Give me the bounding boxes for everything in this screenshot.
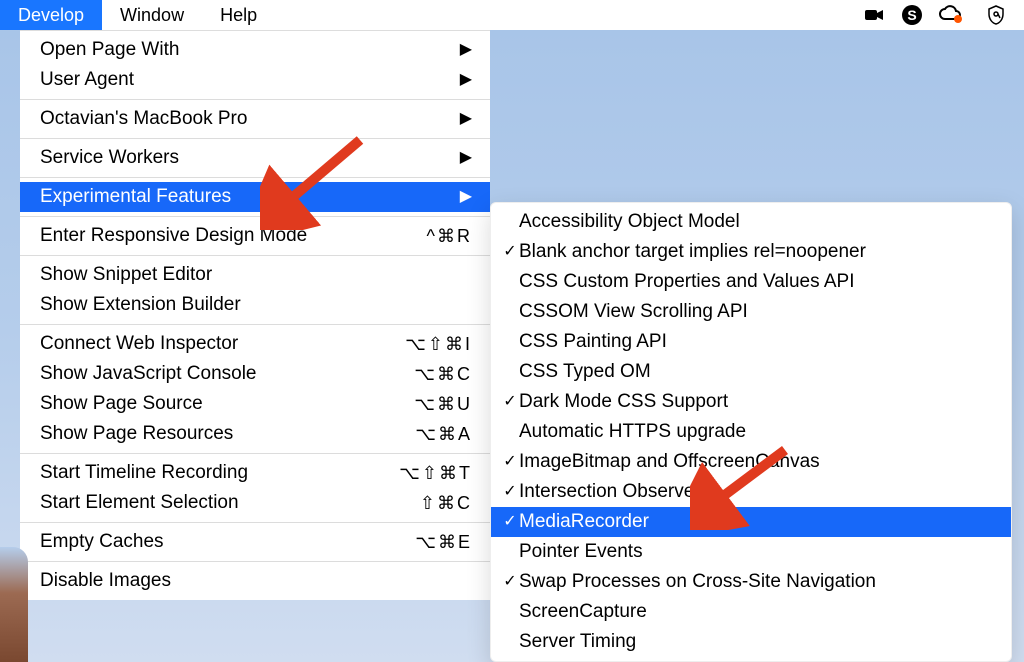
submenu-item-label: CSS Typed OM <box>519 359 997 385</box>
desktop-background-edge <box>0 547 28 662</box>
submenu-item-label: ScreenCapture <box>519 599 997 625</box>
submenu-item-dark-mode-css-support[interactable]: ✓Dark Mode CSS Support <box>491 387 1011 417</box>
menu-item-octavian-s-macbook-pro[interactable]: Octavian's MacBook Pro ▶ <box>20 104 490 134</box>
menu-item-service-workers[interactable]: Service Workers ▶ <box>20 143 490 173</box>
menu-item-label: Show Page Resources <box>40 422 415 446</box>
checkmark-icon: ✓ <box>501 569 519 595</box>
checkmark-icon: ✓ <box>501 389 519 415</box>
chevron-right-icon: ▶ <box>460 107 472 131</box>
menu-item-show-snippet-editor[interactable]: Show Snippet Editor <box>20 260 490 290</box>
submenu-item-css-spring-animations[interactable]: ✓CSS Spring Animations <box>491 657 1011 662</box>
menu-item-start-timeline-recording[interactable]: Start Timeline Recording⌥⇧⌘T <box>20 458 490 488</box>
menu-item-shortcut: ⇧⌘C <box>420 491 472 515</box>
menubar-item-help[interactable]: Help <box>202 0 275 30</box>
menu-item-label: Connect Web Inspector <box>40 332 405 356</box>
chevron-right-icon: ▶ <box>460 68 472 92</box>
svg-text:S: S <box>907 7 916 23</box>
experimental-features-submenu: Accessibility Object Model✓Blank anchor … <box>490 202 1012 662</box>
menu-item-empty-caches[interactable]: Empty Caches⌥⌘E <box>20 527 490 557</box>
menu-item-shortcut: ⌥⇧⌘T <box>399 461 472 485</box>
menu-item-label: User Agent <box>40 68 450 92</box>
submenu-item-label: CSS Custom Properties and Values API <box>519 269 997 295</box>
menu-item-label: Disable Images <box>40 569 472 593</box>
menu-item-label: Octavian's MacBook Pro <box>40 107 450 131</box>
chevron-right-icon: ▶ <box>460 38 472 62</box>
menu-item-show-javascript-console[interactable]: Show JavaScript Console⌥⌘C <box>20 359 490 389</box>
submenu-item-label: Blank anchor target implies rel=noopener <box>519 239 997 265</box>
submenu-item-blank-anchor-target-implies-rel-noopener[interactable]: ✓Blank anchor target implies rel=noopene… <box>491 237 1011 267</box>
submenu-item-label: Accessibility Object Model <box>519 209 997 235</box>
menu-item-experimental-features[interactable]: Experimental Features ▶ <box>20 182 490 212</box>
menu-item-open-page-with[interactable]: Open Page With ▶ <box>20 35 490 65</box>
submenu-item-label: CSS Painting API <box>519 329 997 355</box>
menu-item-start-element-selection[interactable]: Start Element Selection⇧⌘C <box>20 488 490 518</box>
submenu-item-label: CSSOM View Scrolling API <box>519 299 997 325</box>
submenu-item-pointer-events[interactable]: Pointer Events <box>491 537 1011 567</box>
menu-item-shortcut: ^⌘R <box>427 224 472 248</box>
cloud-status-icon[interactable] <box>938 3 970 27</box>
menu-item-label: Open Page With <box>40 38 450 62</box>
menu-item-label: Start Timeline Recording <box>40 461 399 485</box>
menu-item-label: Service Workers <box>40 146 450 170</box>
shield-status-icon[interactable] <box>984 3 1008 27</box>
menu-item-user-agent[interactable]: User Agent ▶ <box>20 65 490 95</box>
submenu-item-server-timing[interactable]: Server Timing <box>491 627 1011 657</box>
submenu-item-screencapture[interactable]: ScreenCapture <box>491 597 1011 627</box>
submenu-item-cssom-view-scrolling-api[interactable]: CSSOM View Scrolling API <box>491 297 1011 327</box>
menu-item-show-page-resources[interactable]: Show Page Resources⌥⌘A <box>20 419 490 449</box>
menu-item-show-extension-builder[interactable]: Show Extension Builder <box>20 290 490 320</box>
menu-item-shortcut: ⌥⌘A <box>415 422 472 446</box>
checkmark-icon: ✓ <box>501 239 519 265</box>
menu-item-connect-web-inspector[interactable]: Connect Web Inspector⌥⇧⌘I <box>20 329 490 359</box>
skype-status-icon[interactable]: S <box>900 3 924 27</box>
menu-item-shortcut: ⌥⌘U <box>414 392 472 416</box>
menu-item-label: Show Page Source <box>40 392 414 416</box>
menu-item-label: Empty Caches <box>40 530 415 554</box>
status-area: S <box>862 0 1024 30</box>
submenu-item-css-custom-properties-and-values-api[interactable]: CSS Custom Properties and Values API <box>491 267 1011 297</box>
menu-item-show-page-source[interactable]: Show Page Source⌥⌘U <box>20 389 490 419</box>
develop-menu: Open Page With▶User Agent▶Octavian's Mac… <box>20 30 490 600</box>
submenu-item-label: Server Timing <box>519 629 997 655</box>
chevron-right-icon: ▶ <box>460 146 472 170</box>
menu-item-label: Show Extension Builder <box>40 293 472 317</box>
submenu-item-css-painting-api[interactable]: CSS Painting API <box>491 327 1011 357</box>
camera-status-icon[interactable] <box>862 3 886 27</box>
menu-item-disable-images[interactable]: Disable Images <box>20 566 490 596</box>
submenu-item-label: Pointer Events <box>519 539 997 565</box>
chevron-right-icon: ▶ <box>460 185 472 209</box>
menu-item-label: Experimental Features <box>40 185 450 209</box>
menu-item-label: Show Snippet Editor <box>40 263 472 287</box>
menu-item-label: Show JavaScript Console <box>40 362 414 386</box>
menu-item-shortcut: ⌥⌘E <box>415 530 472 554</box>
submenu-item-swap-processes-on-cross-site-navigation[interactable]: ✓Swap Processes on Cross-Site Navigation <box>491 567 1011 597</box>
menu-item-label: Start Element Selection <box>40 491 420 515</box>
checkmark-icon: ✓ <box>501 479 519 505</box>
submenu-item-accessibility-object-model[interactable]: Accessibility Object Model <box>491 207 1011 237</box>
checkmark-icon: ✓ <box>501 509 519 535</box>
menubar-item-develop[interactable]: Develop <box>0 0 102 30</box>
checkmark-icon: ✓ <box>501 449 519 475</box>
menu-item-enter-responsive-design-mode[interactable]: Enter Responsive Design Mode^⌘R <box>20 221 490 251</box>
menu-item-shortcut: ⌥⇧⌘I <box>405 332 472 356</box>
submenu-item-css-typed-om[interactable]: CSS Typed OM <box>491 357 1011 387</box>
submenu-item-label: Swap Processes on Cross-Site Navigation <box>519 569 997 595</box>
submenu-item-label: Dark Mode CSS Support <box>519 389 997 415</box>
menu-item-shortcut: ⌥⌘C <box>414 362 472 386</box>
menubar-item-window[interactable]: Window <box>102 0 202 30</box>
menu-bar: Develop Window Help S <box>0 0 1024 30</box>
